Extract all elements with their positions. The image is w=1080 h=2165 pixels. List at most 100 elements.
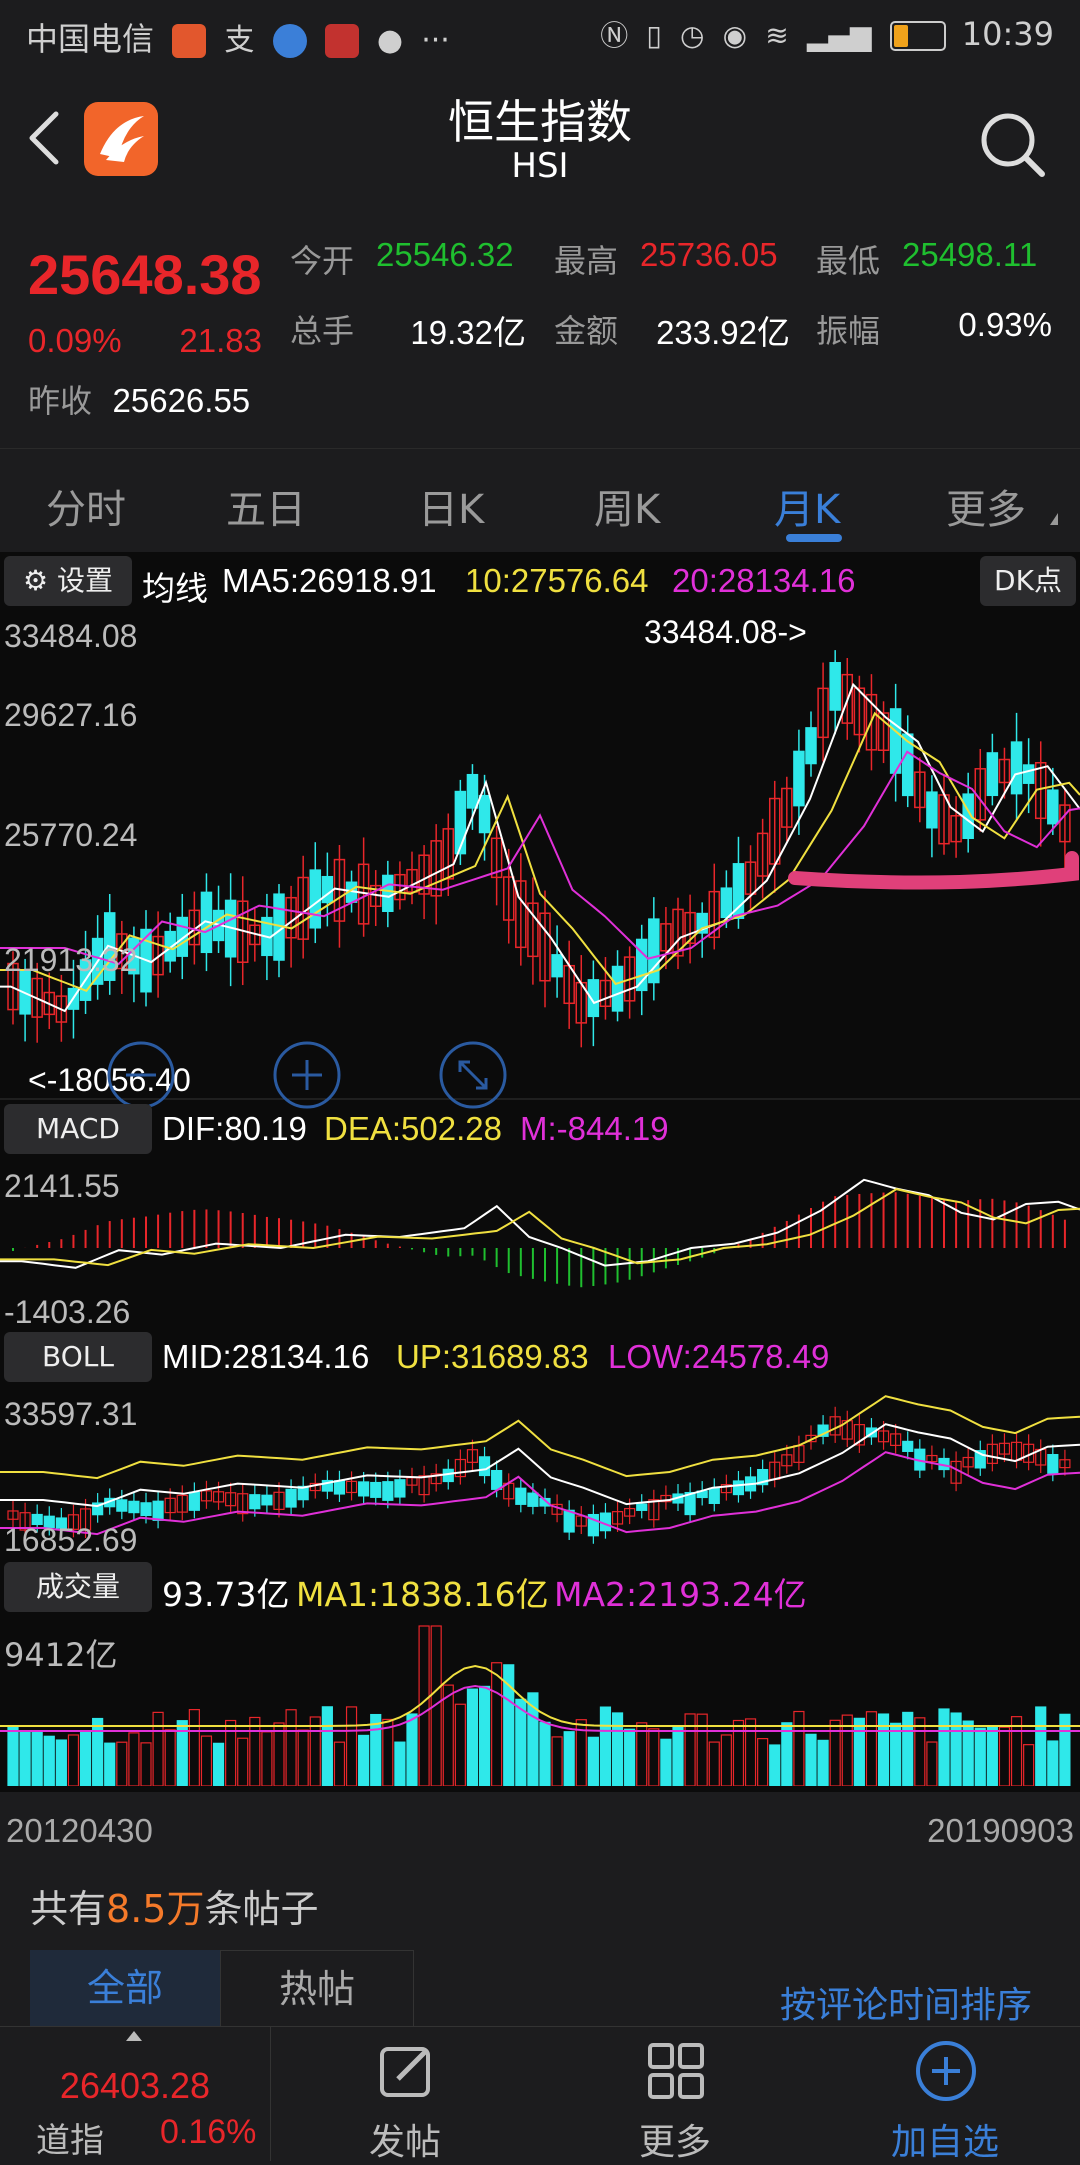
candle (889, 708, 902, 774)
y-label-4: 21913.32 (4, 942, 138, 978)
boll-candle (333, 1480, 346, 1495)
ticker-value: 26403.28 (59, 2065, 211, 2106)
expand-up-icon (126, 2031, 142, 2041)
sort-dropdown[interactable]: 按评论时间排序 (780, 1976, 1032, 2028)
boll-candle (902, 1440, 914, 1452)
change-percent: 0.09% (28, 322, 122, 359)
boll-candle (732, 1480, 745, 1496)
notification-icon (272, 24, 307, 58)
status-right: Ⓝ ▯ ◷ ◉ ≋ ▂▄▆ 10:39 (600, 14, 1054, 54)
volume-bar (1047, 1740, 1059, 1786)
candle (466, 773, 479, 809)
period-tabs: 分时 五日 日K 周K 月K 更多 (0, 448, 1080, 551)
volume-bar (587, 1736, 599, 1786)
active-tab-indicator (786, 534, 842, 542)
page-subtitle: HSI (511, 146, 569, 186)
ticker-name: 道指 (36, 2121, 104, 2161)
amount-value: 233.92亿 (656, 314, 790, 351)
index-ticker[interactable]: 26403.28 道指 0.16% (0, 2027, 271, 2161)
volume-bar (950, 1712, 962, 1786)
candle (454, 790, 467, 855)
macd-y-bottom: -1403.26 (4, 1294, 131, 1330)
tab-intraday[interactable]: 分时 (46, 477, 126, 535)
ma10-value: 10:27576.64 (465, 562, 649, 599)
settings-label: 设置 (57, 564, 114, 597)
battery-icon (889, 21, 946, 51)
volume-bar (79, 1731, 92, 1786)
volume-bar (249, 1716, 261, 1786)
prev-close: 昨收 25626.55 (28, 376, 250, 422)
tab-five-day[interactable]: 五日 (226, 477, 306, 535)
boll-candle (563, 1509, 575, 1533)
volume-bar (466, 1688, 479, 1786)
volume-bar (684, 1713, 696, 1786)
ma5-value: MA5:26918.91 (222, 562, 437, 599)
low-label: 最低 (816, 242, 881, 280)
tab-weekly-k[interactable]: 周K (594, 477, 660, 535)
kline-chart[interactable] (0, 612, 1080, 1100)
boll-candle (140, 1502, 152, 1517)
volume-bar (406, 1713, 418, 1786)
volume-ma2: MA2:2193.24亿 (554, 1575, 807, 1614)
add-circle-icon (916, 2041, 976, 2101)
boll-low: LOW:24578.49 (608, 1338, 830, 1375)
candle (1047, 789, 1059, 825)
volume-bar (769, 1744, 781, 1786)
tab-all-posts[interactable]: 全部 (30, 1950, 220, 2026)
fullscreen-icon[interactable] (438, 1040, 508, 1110)
date-start: 20120430 (6, 1812, 153, 1849)
boll-candle (152, 1500, 164, 1521)
volume-bar (212, 1742, 225, 1786)
page-title: 恒生指数 (448, 95, 632, 149)
boll-candle (394, 1479, 406, 1498)
current-price: 25648.38 (28, 243, 262, 306)
volume-bar (394, 1741, 406, 1786)
post-count-prefix: 共有 (30, 1887, 107, 1931)
more-button[interactable]: 更多 (540, 2027, 810, 2163)
volume-bar (672, 1725, 684, 1786)
volume-chart (0, 1625, 1080, 1786)
macd-dif: DIF:80.19 (162, 1110, 307, 1147)
volume-value: 93.73亿 (162, 1575, 290, 1614)
boll-candle (478, 1456, 491, 1477)
volume-bar (418, 1625, 430, 1786)
search-icon[interactable] (978, 110, 1048, 180)
macd-button[interactable]: MACD (4, 1104, 152, 1154)
volume-bar (890, 1722, 902, 1786)
tab-monthly-k[interactable]: 月K (774, 477, 840, 535)
volume-bar (817, 1739, 829, 1786)
high-value: 25736.05 (640, 236, 778, 273)
boll-candle (527, 1492, 539, 1507)
boll-y-bottom: 16852.69 (4, 1522, 138, 1558)
settings-button[interactable]: ⚙ 设置 (4, 556, 132, 606)
volume-bar (67, 1734, 80, 1786)
volume-bar (986, 1725, 998, 1786)
y-label-top: 33484.08 (4, 618, 138, 654)
volume-value: 19.32亿 (410, 314, 526, 351)
more-dropdown-icon (1050, 513, 1058, 525)
add-watchlist-button[interactable]: 加自选 (810, 2027, 1080, 2163)
zoom-out-icon[interactable] (106, 1040, 176, 1110)
boll-button[interactable]: BOLL (4, 1332, 152, 1382)
tab-hot-posts[interactable]: 热帖 (220, 1950, 414, 2028)
vol-ma1-line (0, 1664, 1080, 1727)
boll-candle (128, 1500, 140, 1514)
volume-bar (1010, 1716, 1023, 1786)
clock: 10:39 (961, 15, 1054, 53)
zoom-in-icon[interactable] (272, 1040, 342, 1110)
volume-button[interactable]: 成交量 (4, 1562, 152, 1612)
dk-point-button[interactable]: DK点 (980, 556, 1076, 606)
change-value: 21.83 (179, 322, 262, 359)
macd-y-top: 2141.55 (4, 1168, 120, 1204)
more-notifications-icon: ··· (421, 23, 450, 58)
alarm-icon: ◷ (679, 19, 705, 52)
tab-more[interactable]: 更多 (946, 477, 1026, 535)
post-button[interactable]: 发帖 (270, 2027, 540, 2163)
notification-icon-2 (324, 24, 359, 58)
tab-daily-k[interactable]: 日K (418, 477, 484, 535)
volume-bar (164, 1729, 176, 1786)
date-end: 20190903 (927, 1812, 1074, 1849)
wifi-icon: ≋ (765, 19, 789, 52)
eye-icon: ◉ (722, 19, 748, 52)
gear-icon: ⚙ (22, 564, 49, 597)
